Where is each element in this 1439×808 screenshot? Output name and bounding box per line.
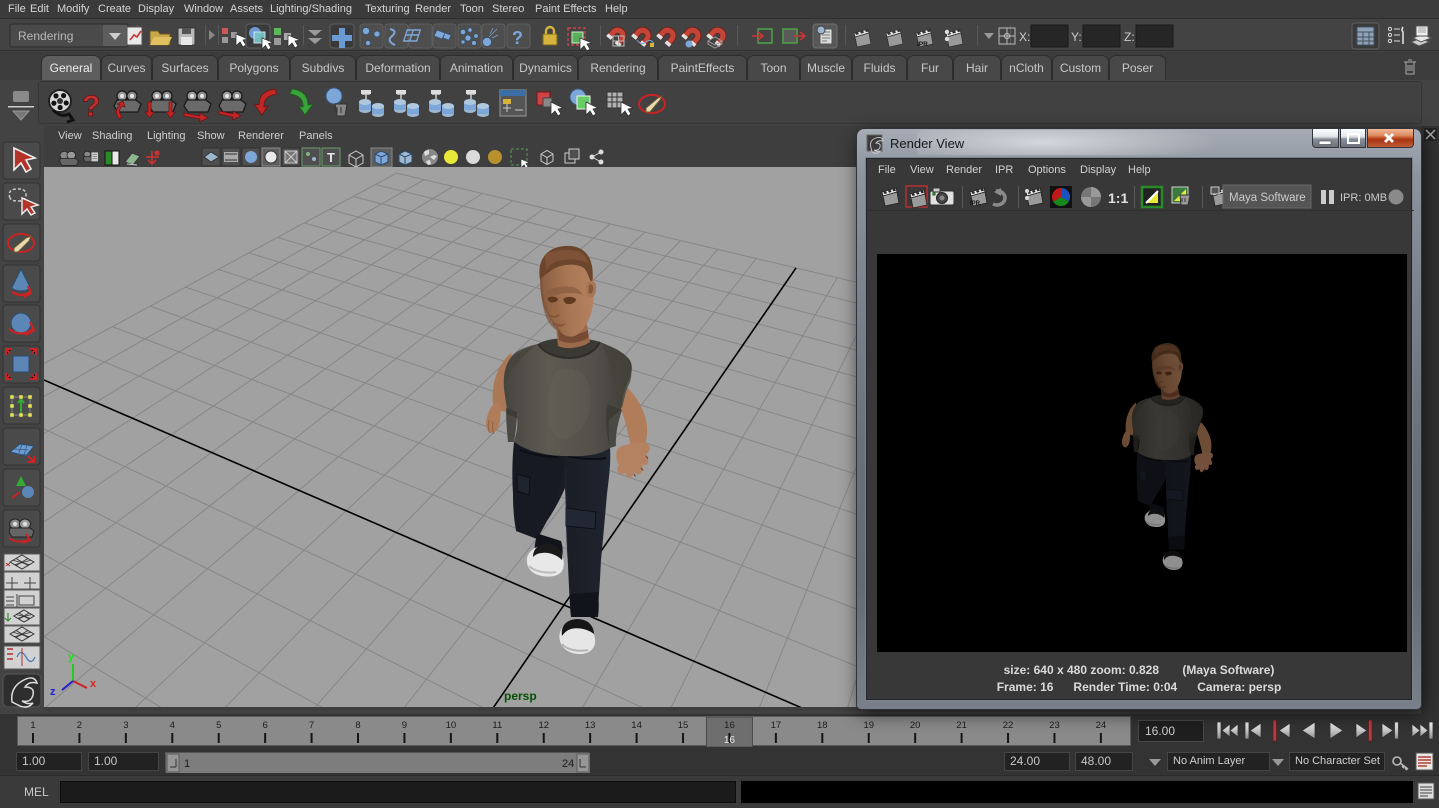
svg-text:IPR: IPR	[917, 41, 928, 48]
svg-text:11: 11	[492, 720, 502, 731]
svg-text:13: 13	[585, 720, 596, 731]
svg-text:12: 12	[538, 720, 549, 731]
svg-text:14: 14	[631, 720, 642, 731]
svg-text:y: y	[68, 651, 75, 663]
svg-text:Render View: Render View	[890, 136, 965, 151]
svg-text:1: 1	[184, 758, 190, 770]
svg-text:16: 16	[724, 720, 735, 731]
svg-text:X:: X:	[1019, 30, 1030, 44]
svg-text:1:1: 1:1	[1108, 190, 1128, 206]
svg-text:10: 10	[446, 720, 457, 731]
svg-text:Z:: Z:	[1124, 30, 1135, 44]
svg-text:x: x	[90, 678, 97, 690]
svg-text:Rendering: Rendering	[18, 29, 73, 43]
svg-text:8: 8	[355, 720, 360, 731]
svg-text:17: 17	[771, 720, 782, 731]
svg-text:Y:: Y:	[1071, 30, 1082, 44]
svg-text:T: T	[327, 150, 335, 165]
svg-text:persp: persp	[504, 689, 537, 703]
svg-text:?: ?	[512, 28, 523, 48]
svg-text:Maya Software: Maya Software	[1229, 192, 1306, 204]
svg-text:20: 20	[910, 720, 921, 731]
svg-text:4: 4	[170, 720, 175, 731]
svg-text:9: 9	[402, 720, 407, 731]
svg-text:21: 21	[956, 720, 967, 731]
svg-text:18: 18	[817, 720, 828, 731]
svg-text:16: 16	[724, 735, 736, 746]
svg-text:19: 19	[863, 720, 874, 731]
svg-text:3: 3	[123, 720, 128, 731]
svg-text:23: 23	[1049, 720, 1060, 731]
svg-text:6: 6	[263, 720, 268, 731]
svg-text:?: ?	[82, 90, 100, 123]
svg-text:IPR: 0MB: IPR: 0MB	[1340, 192, 1387, 204]
svg-text:5: 5	[216, 720, 221, 731]
svg-text:7: 7	[309, 720, 314, 731]
svg-text:IPR: IPR	[970, 201, 981, 207]
svg-text:22: 22	[1003, 720, 1014, 731]
svg-text:z: z	[50, 686, 56, 698]
svg-text:15: 15	[678, 720, 689, 731]
svg-text:24: 24	[562, 758, 574, 770]
svg-text:1: 1	[30, 720, 35, 731]
svg-text:24: 24	[1096, 720, 1107, 731]
svg-text:2: 2	[77, 720, 82, 731]
